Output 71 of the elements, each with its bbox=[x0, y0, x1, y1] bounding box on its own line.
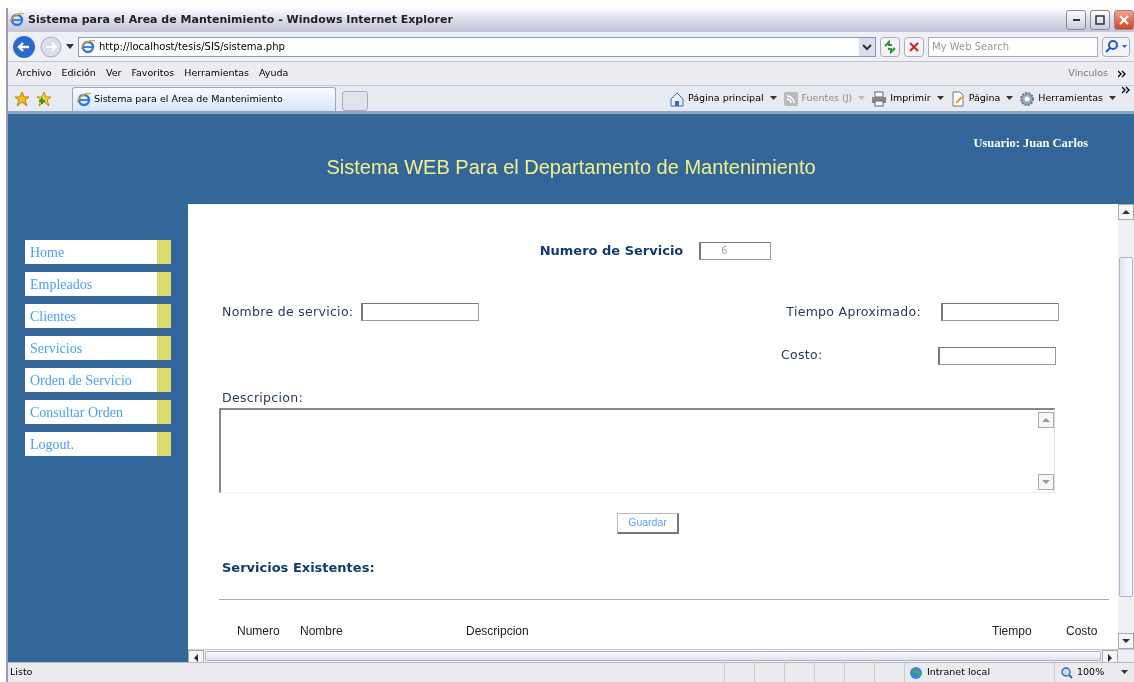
stop-icon[interactable] bbox=[904, 36, 924, 57]
command-button[interactable]: Página bbox=[949, 90, 1001, 107]
field-label: Costo: bbox=[781, 346, 824, 365]
input-field[interactable] bbox=[361, 302, 480, 321]
close-button[interactable] bbox=[1114, 10, 1134, 30]
links-toolbar-label[interactable]: Vínculos bbox=[1068, 66, 1108, 81]
zoom-control[interactable]: 100% bbox=[1054, 663, 1134, 682]
browser-tab[interactable]: Sistema para el Area de Mantenimiento bbox=[72, 87, 336, 111]
search-field[interactable]: My Web Search bbox=[928, 36, 1098, 57]
command-button[interactable]: Imprimir bbox=[871, 90, 931, 107]
input-field[interactable] bbox=[941, 302, 1059, 321]
column-header: Descripcion bbox=[466, 623, 530, 640]
menu-item[interactable]: Favoritos bbox=[131, 66, 175, 81]
search-icon[interactable] bbox=[1102, 36, 1130, 57]
scroll-left-icon[interactable] bbox=[193, 654, 199, 662]
zoom-icon bbox=[1061, 666, 1073, 679]
field-label: Tiempo Aproximado: bbox=[786, 302, 921, 321]
page-icon bbox=[949, 90, 966, 107]
minimize-button[interactable] bbox=[1066, 10, 1086, 30]
section-title: Servicios Existentes: bbox=[222, 558, 375, 577]
back-button-icon[interactable] bbox=[12, 34, 36, 59]
user-label: Usuario: Juan Carlos bbox=[973, 135, 1088, 152]
column-header: Tiempo bbox=[992, 623, 1033, 640]
printer-icon bbox=[871, 90, 888, 107]
dropdown-caret-icon[interactable] bbox=[769, 96, 777, 101]
dropdown-caret-icon bbox=[1121, 670, 1128, 675]
maximize-button[interactable] bbox=[1090, 10, 1110, 30]
star-icon[interactable] bbox=[14, 90, 30, 107]
scroll-down-icon[interactable] bbox=[1122, 638, 1130, 644]
site-title: Sistema WEB Para el Departamento de Mantenimiento bbox=[326, 155, 816, 180]
add-favorite-icon[interactable] bbox=[36, 90, 52, 107]
page-icon bbox=[81, 39, 95, 54]
dropdown-caret-icon[interactable] bbox=[936, 96, 944, 101]
dropdown-caret-icon[interactable] bbox=[66, 43, 74, 50]
maximize-icon bbox=[1095, 15, 1105, 25]
globe-icon bbox=[909, 665, 923, 680]
window-title: Sistema para el Area de Mantenimiento - Windows Internet Explorer bbox=[28, 11, 453, 28]
horizontal-scrollbar[interactable] bbox=[188, 649, 1134, 662]
column-header: Numero bbox=[237, 623, 281, 640]
close-icon bbox=[1119, 15, 1129, 25]
column-header: Nombre bbox=[300, 623, 344, 640]
address-field[interactable]: http://localhost/tesis/SIS/sistema.php bbox=[78, 36, 876, 57]
menu-item[interactable]: Ver bbox=[105, 66, 122, 81]
menu-item[interactable]: Edición bbox=[61, 66, 96, 81]
vertical-scrollbar[interactable] bbox=[1118, 204, 1134, 649]
page-icon bbox=[77, 92, 91, 107]
refresh-icon[interactable] bbox=[880, 36, 900, 57]
menu-item[interactable]: Ayuda bbox=[259, 66, 289, 81]
security-zone: Intranet local bbox=[927, 665, 991, 680]
command-button[interactable]: Página principal bbox=[669, 90, 764, 107]
house-icon bbox=[669, 90, 685, 107]
column-header: Costo bbox=[1066, 623, 1098, 640]
menu-item[interactable]: Herramientas bbox=[184, 66, 249, 81]
browser-logo-icon bbox=[10, 13, 24, 27]
field-label: Numero de Servicio bbox=[539, 242, 684, 260]
minimize-icon bbox=[1072, 19, 1080, 21]
menu-item[interactable]: Archivo bbox=[16, 66, 52, 81]
scroll-up-icon[interactable] bbox=[1122, 209, 1130, 215]
status-text: Listo bbox=[9, 665, 33, 680]
scroll-right-icon[interactable] bbox=[1107, 654, 1113, 662]
gear-icon bbox=[1019, 90, 1036, 107]
field-label: Descripcion: bbox=[222, 389, 303, 407]
input-field[interactable] bbox=[938, 346, 1056, 365]
chevron-icon[interactable] bbox=[1118, 69, 1126, 78]
dropdown-caret-icon[interactable] bbox=[1006, 96, 1014, 101]
command-button[interactable]: Herramientas bbox=[1019, 90, 1103, 107]
field-label: Nombre de servicio: bbox=[222, 302, 354, 321]
chevron-icon[interactable] bbox=[1122, 86, 1130, 94]
dropdown-caret-icon[interactable] bbox=[859, 37, 875, 56]
dropdown-caret-icon[interactable] bbox=[1109, 96, 1116, 101]
feed-icon bbox=[782, 90, 799, 107]
